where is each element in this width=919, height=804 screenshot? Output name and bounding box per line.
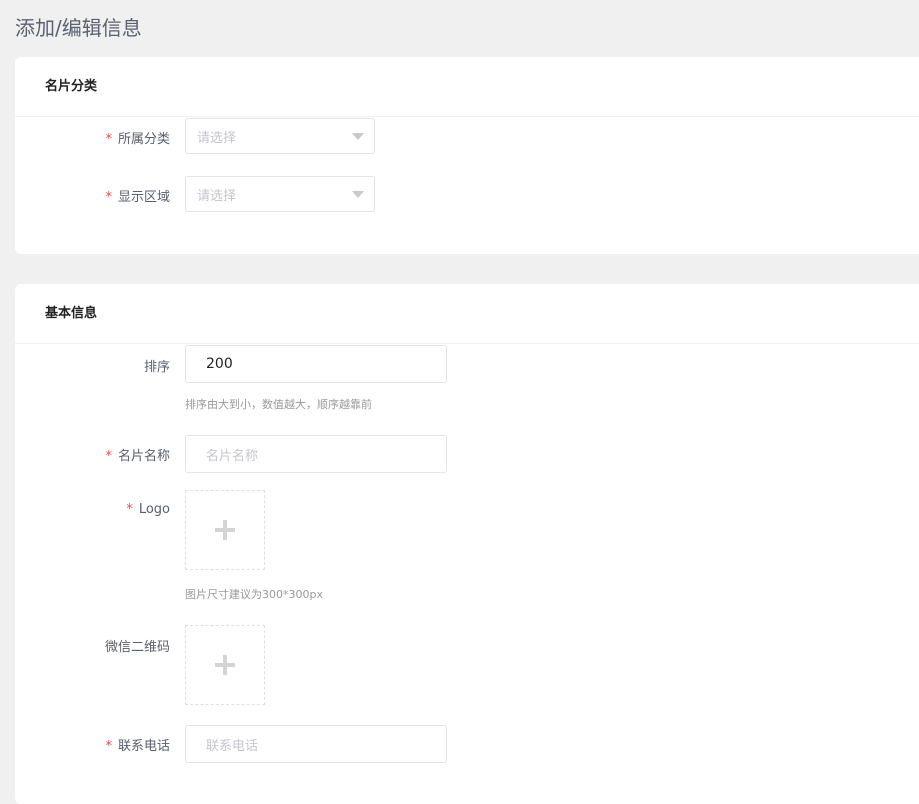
name-label: * 名片名称 (105, 449, 170, 464)
category-select[interactable]: 请选择 (185, 118, 375, 154)
plus-icon (215, 655, 235, 675)
display-area-select[interactable]: 请选择 (185, 176, 375, 212)
sort-input[interactable]: 200 (185, 345, 447, 383)
name-input[interactable]: 名片名称 (185, 435, 447, 473)
caret-down-icon (352, 191, 364, 198)
sort-hint: 排序由大到小，数值越大，顺序越靠前 (185, 398, 372, 411)
phone-input[interactable]: 联系电话 (185, 725, 447, 763)
sort-value: 200 (206, 356, 233, 372)
logo-upload[interactable] (185, 490, 265, 570)
phone-label: * 联系电话 (105, 739, 170, 754)
wechat-qr-upload[interactable] (185, 625, 265, 705)
placeholder: 请选择 (197, 130, 237, 146)
wechat-qr-label: 微信二维码 (104, 640, 170, 655)
display-area-label: * 显示区域 (105, 190, 170, 205)
plus-icon (215, 520, 235, 540)
sort-label: 排序 (143, 360, 170, 375)
logo-hint: 图片尺寸建议为300*300px (185, 588, 323, 601)
category-label: * 所属分类 (105, 132, 170, 147)
logo-label: * Logo (126, 502, 170, 517)
placeholder: 联系电话 (206, 738, 259, 754)
caret-down-icon (352, 133, 364, 140)
placeholder: 名片名称 (206, 448, 259, 464)
placeholder: 请选择 (197, 188, 237, 204)
